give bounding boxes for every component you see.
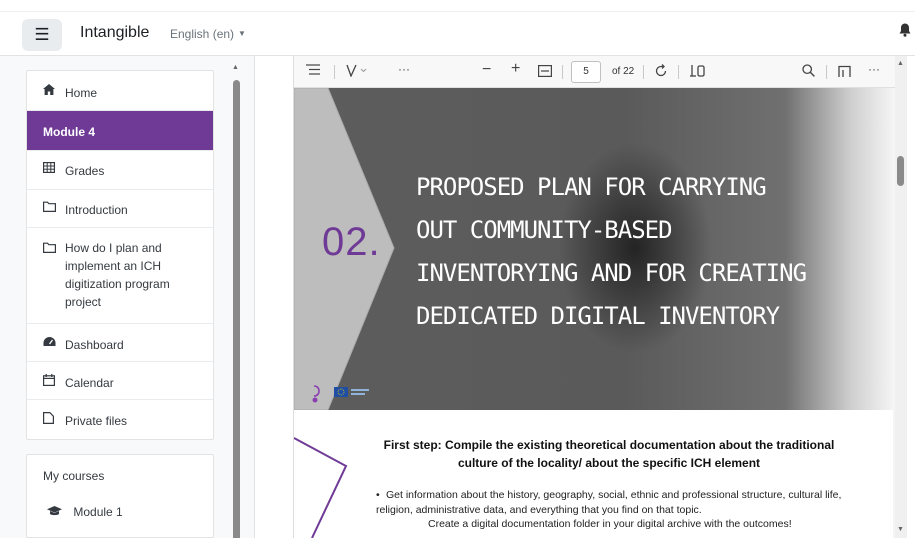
page-total-label: of 22: [612, 66, 635, 77]
fit-page-icon[interactable]: [538, 65, 553, 80]
step-bullet: • Get information about the history, geog…: [376, 488, 846, 518]
slide-number: 02.: [322, 220, 381, 264]
course-index-item-grades[interactable]: Grades: [27, 151, 213, 190]
my-course-item-module-1[interactable]: Module 1: [47, 505, 123, 519]
course-index-item-introduction[interactable]: Introduction: [27, 190, 213, 228]
file-icon: [43, 412, 65, 427]
slide-graphic: 02. Proposed plan for carrying out commu…: [294, 88, 893, 410]
course-index-item-private-files[interactable]: Private files: [27, 400, 213, 440]
course-index-label: Private files: [65, 414, 128, 428]
dashboard-icon: [43, 336, 65, 350]
toolbar-separator: [562, 65, 563, 79]
table-icon: [43, 162, 65, 176]
language-label: English (en): [170, 27, 235, 41]
toolbar-separator: [334, 65, 335, 79]
slide-title-line: Proposed plan for carrying: [416, 173, 767, 201]
browser-top-strip: [0, 0, 915, 12]
read-aloud-icon[interactable]: [838, 64, 852, 81]
my-courses-block: My courses Module 1: [26, 454, 214, 538]
caret-down-icon: ▼: [238, 29, 246, 38]
pdf-toolbar: ··· − + 5 of 22 ···: [294, 56, 907, 88]
course-index-item-module-4[interactable]: Module 4: [27, 111, 213, 151]
more-icon[interactable]: ···: [398, 62, 410, 76]
my-courses-title: My courses: [43, 469, 105, 483]
course-index-item-dashboard[interactable]: Dashboard: [27, 324, 213, 362]
course-index-label: Module 4: [43, 125, 96, 139]
scrollbar-thumb[interactable]: [233, 80, 240, 538]
my-course-label: Module 1: [73, 505, 123, 519]
folder-icon: [43, 239, 65, 256]
toolbar-separator: [826, 65, 827, 79]
drawer-scrollbar[interactable]: ▲: [232, 64, 240, 538]
course-index-item-home[interactable]: Home: [27, 71, 213, 111]
scroll-up-icon[interactable]: ▲: [897, 60, 904, 67]
course-index-label: Grades: [65, 164, 105, 178]
bullet-text: Get information about the history, geogr…: [376, 489, 842, 516]
funding-logo: [310, 384, 390, 409]
more-icon[interactable]: ···: [868, 62, 880, 76]
hamburger-icon: ☰: [34, 25, 50, 44]
outline-icon[interactable]: [306, 64, 320, 78]
step-title: First step: Compile the existing theoret…: [383, 438, 835, 470]
course-index-label: How do I plan and implement an ICH digit…: [65, 241, 170, 309]
course-index-label: Dashboard: [65, 338, 124, 352]
course-index-item-plan-ich-project[interactable]: How do I plan and implement an ICH digit…: [27, 228, 213, 324]
purple-corner-shape: [294, 437, 348, 538]
rotate-icon[interactable]: [654, 64, 668, 81]
top-navbar: ☰ Intangible English (en) ▼: [0, 0, 915, 56]
course-index-label: Introduction: [65, 203, 128, 217]
language-menu[interactable]: English (en) ▼: [170, 27, 246, 41]
slide-title-line: out community-based: [416, 216, 673, 244]
bell-icon[interactable]: [899, 23, 911, 41]
search-icon[interactable]: [802, 64, 815, 80]
scroll-down-icon[interactable]: ▼: [897, 526, 904, 533]
course-index: Home Module 4 Grades Introduction How do…: [26, 70, 214, 440]
slide-title: Proposed plan for carrying out community…: [416, 166, 816, 338]
toolbar-separator: [678, 65, 679, 79]
course-index-label: Calendar: [65, 376, 114, 390]
slide-title-line: dedicated digital inventory: [416, 302, 780, 330]
graduation-cap-icon: [47, 505, 65, 519]
viewer-scrollbar[interactable]: ▲ ▼: [895, 56, 907, 538]
course-drawer: Home Module 4 Grades Introduction How do…: [0, 56, 255, 538]
zoom-in-button[interactable]: +: [511, 60, 520, 78]
scroll-up-icon[interactable]: ▲: [232, 64, 239, 71]
slide-title-line: inventorying and for creating: [416, 259, 807, 287]
course-index-item-calendar[interactable]: Calendar: [27, 362, 213, 400]
home-icon: [43, 84, 65, 98]
zoom-out-button[interactable]: −: [482, 61, 491, 79]
folder-icon: [43, 201, 65, 215]
page-view-icon[interactable]: [690, 65, 705, 80]
calendar-icon: [43, 374, 65, 389]
step-note: Create a digital documentation folder in…: [428, 518, 792, 530]
bullet-dot: •: [376, 489, 380, 501]
pdf-viewer: ··· − + 5 of 22 ··· 02. PROPOSED PLAN FO…: [293, 56, 907, 538]
page-number-input[interactable]: 5: [571, 61, 601, 83]
scrollbar-thumb[interactable]: [897, 156, 904, 186]
drawer-toggle-button[interactable]: ☰: [22, 19, 62, 51]
course-index-label: Home: [65, 86, 98, 100]
site-name[interactable]: Intangible: [80, 24, 149, 42]
toolbar-separator: [643, 65, 644, 79]
pdf-page: 02. Proposed plan for carrying out commu…: [294, 88, 893, 538]
draw-icon[interactable]: [346, 64, 368, 80]
